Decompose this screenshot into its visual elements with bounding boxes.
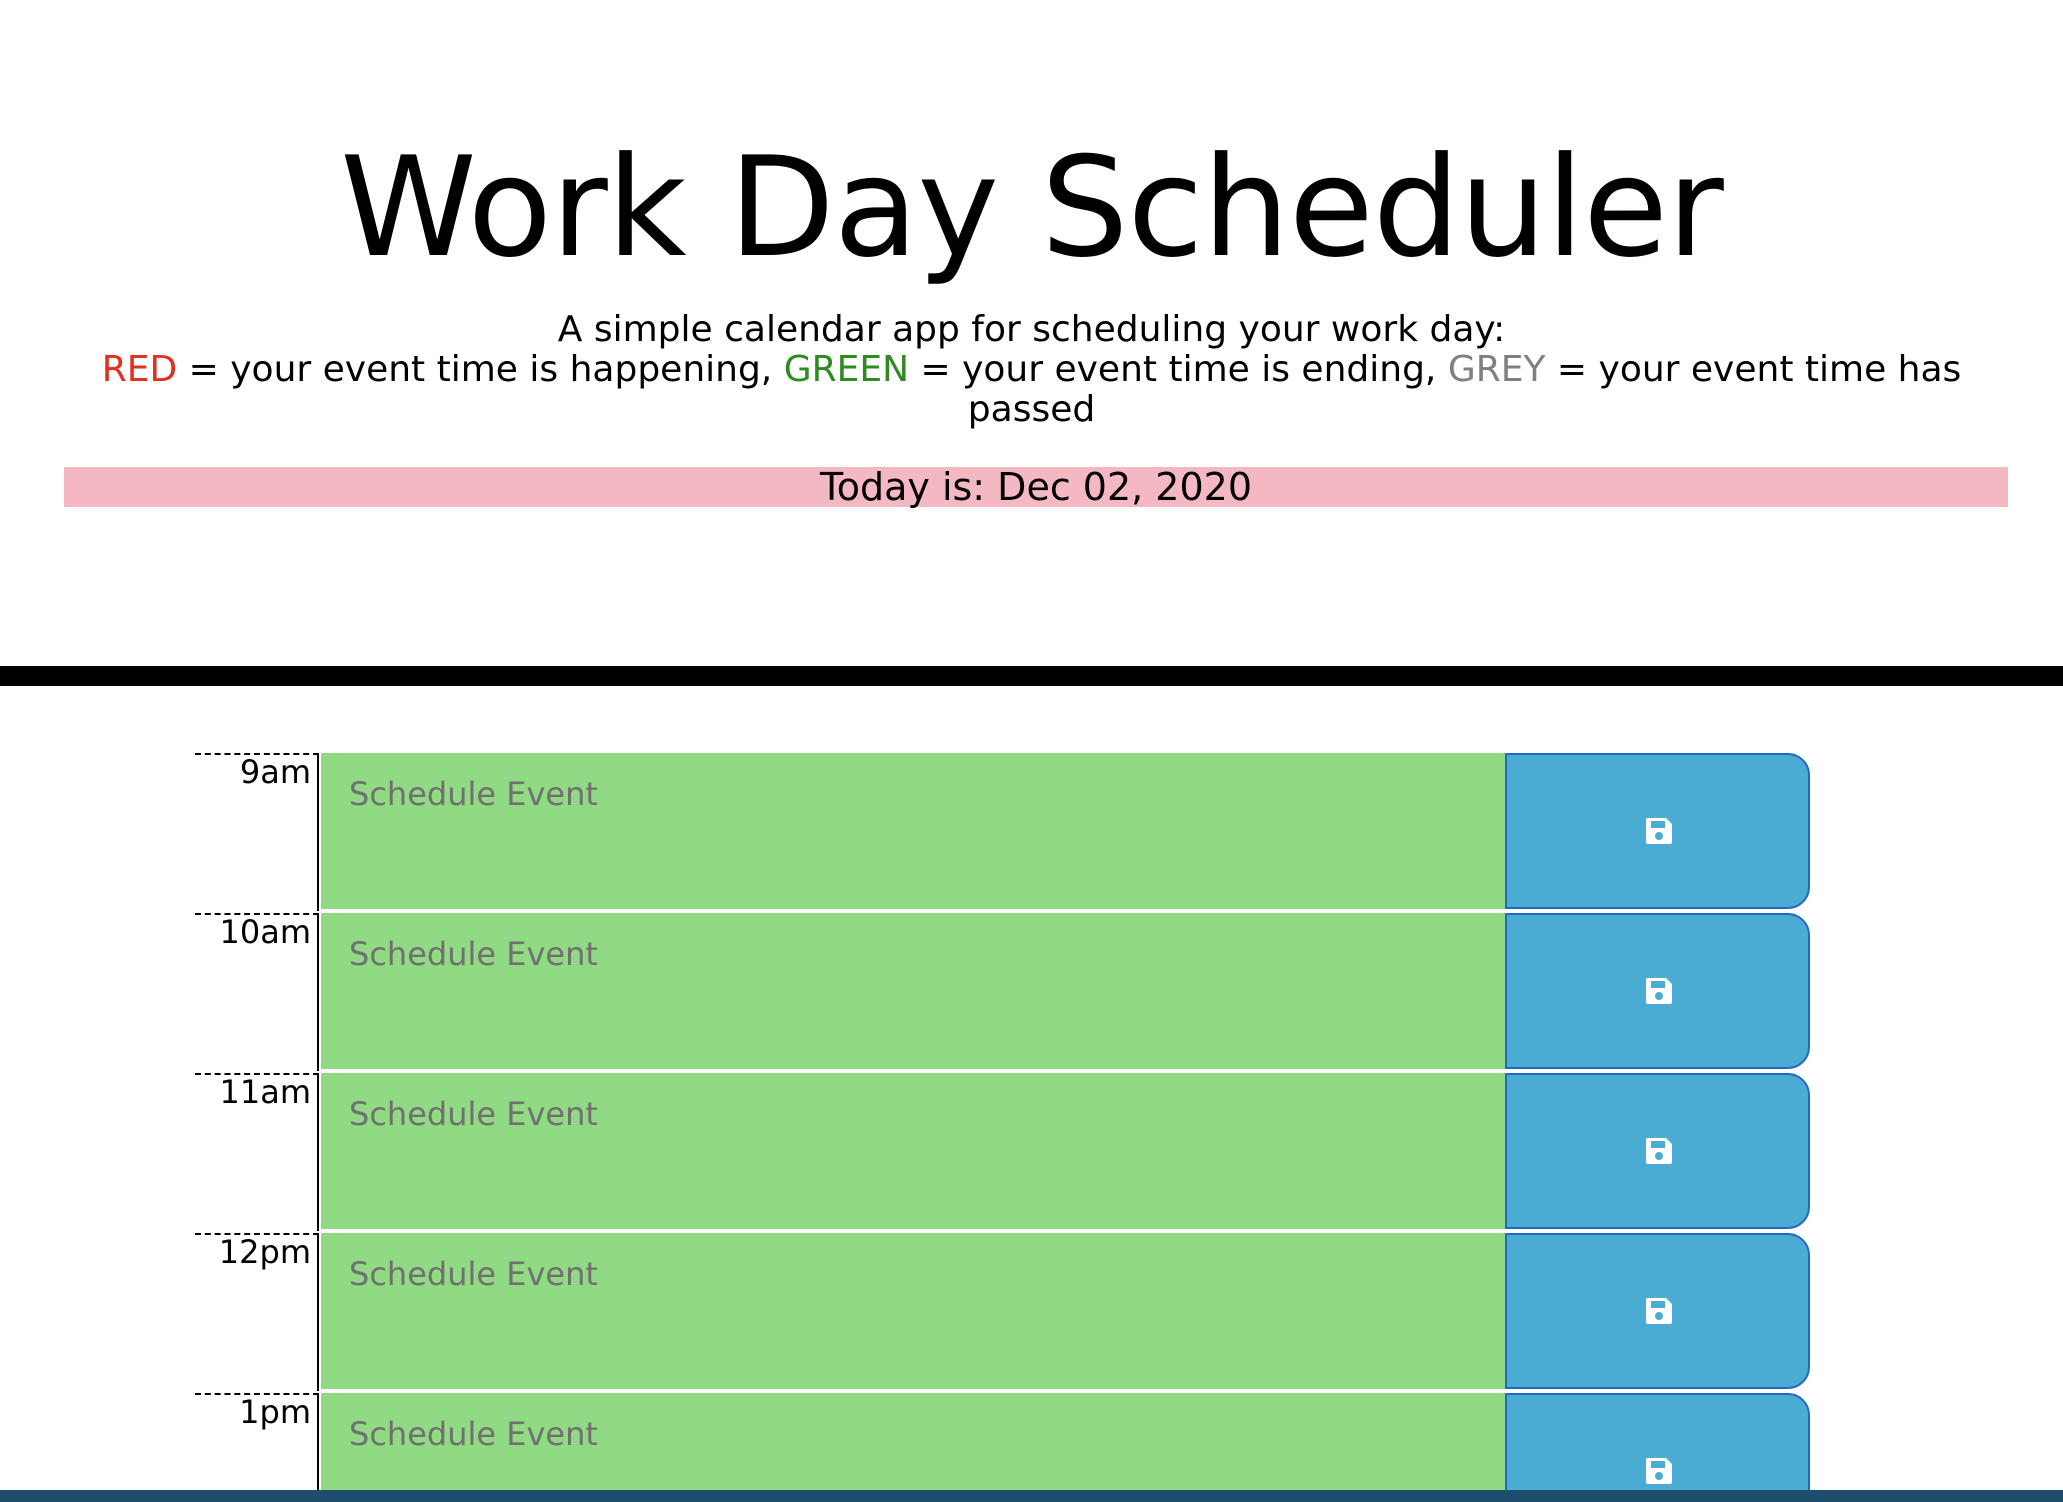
lead-description: A simple calendar app for scheduling you…	[100, 310, 1963, 430]
header-divider	[0, 666, 2063, 686]
legend-red-label: RED	[101, 349, 178, 390]
event-input[interactable]	[321, 753, 1505, 911]
save-button[interactable]	[1505, 1393, 1810, 1502]
hour-label: 10am	[195, 913, 319, 1071]
floppy-disk-icon	[1646, 1298, 1672, 1324]
system-taskbar	[0, 1490, 2063, 1502]
floppy-disk-icon	[1646, 1138, 1672, 1164]
floppy-disk-icon	[1646, 818, 1672, 844]
hour-label: 1pm	[195, 1393, 319, 1502]
legend-grey-label: GREY	[1447, 349, 1546, 390]
current-day: Today is: Dec 02, 2020	[64, 467, 2008, 507]
legend-red-text: = your event time is happening,	[177, 349, 784, 390]
save-button[interactable]	[1505, 1233, 1810, 1389]
hour-label: 12pm	[195, 1233, 319, 1391]
color-legend: RED = your event time is happening, GREE…	[100, 350, 1963, 430]
page-title: Work Day Scheduler	[340, 127, 1724, 288]
legend-green-label: GREEN	[783, 349, 910, 390]
save-button[interactable]	[1505, 913, 1810, 1069]
jumbotron-header: Work Day Scheduler A simple calendar app…	[0, 0, 2063, 666]
time-block-1pm: 1pm	[195, 1393, 1815, 1502]
lead-line-1: A simple calendar app for scheduling you…	[557, 309, 1506, 350]
legend-green-text: = your event time is ending,	[909, 349, 1448, 390]
time-block-11am: 11am	[195, 1073, 1815, 1233]
page: Work Day Scheduler A simple calendar app…	[0, 0, 2063, 1502]
time-block-10am: 10am	[195, 913, 1815, 1073]
event-input[interactable]	[321, 1233, 1505, 1391]
hour-label: 9am	[195, 753, 319, 911]
save-button[interactable]	[1505, 1073, 1810, 1229]
event-input[interactable]	[321, 1393, 1505, 1502]
hour-label: 11am	[195, 1073, 319, 1231]
save-button[interactable]	[1505, 753, 1810, 909]
floppy-disk-icon	[1646, 1458, 1672, 1484]
event-input[interactable]	[321, 1073, 1505, 1231]
time-block-9am: 9am	[195, 753, 1815, 913]
event-input[interactable]	[321, 913, 1505, 1071]
floppy-disk-icon	[1646, 978, 1672, 1004]
time-block-12pm: 12pm	[195, 1233, 1815, 1393]
